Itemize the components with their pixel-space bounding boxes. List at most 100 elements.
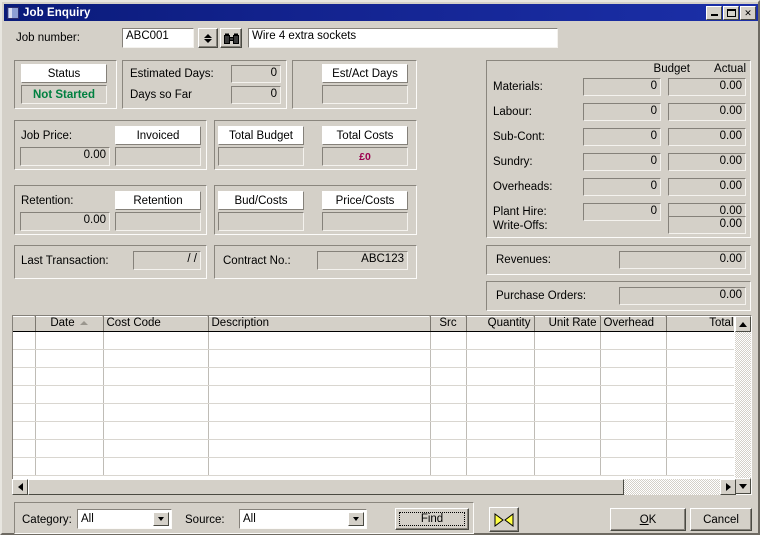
table-cell[interactable] xyxy=(103,439,209,458)
table-cell[interactable] xyxy=(466,349,535,368)
minimize-button[interactable] xyxy=(706,5,722,20)
total-costs-button[interactable]: Total Costs xyxy=(322,126,408,145)
table-cell[interactable] xyxy=(208,331,431,350)
table-cell[interactable] xyxy=(35,421,104,440)
table-row[interactable] xyxy=(13,457,734,476)
table-cell[interactable] xyxy=(600,457,667,476)
table-cell[interactable] xyxy=(430,367,467,386)
transactions-grid[interactable]: Date Cost Code Description Src Quantity Unit … xyxy=(12,315,752,495)
column-header-quantity[interactable]: Quantity xyxy=(466,316,535,332)
table-cell[interactable] xyxy=(534,331,601,350)
job-lookup-button[interactable] xyxy=(220,28,242,48)
column-header-total[interactable]: Total xyxy=(666,316,734,332)
spinner-down-icon[interactable] xyxy=(204,38,212,43)
table-cell[interactable] xyxy=(35,439,104,458)
column-header-overhead[interactable]: Overhead xyxy=(600,316,667,332)
table-cell[interactable] xyxy=(600,385,667,404)
table-cell[interactable] xyxy=(600,421,667,440)
job-number-input[interactable]: ABC001 xyxy=(122,28,194,48)
table-row[interactable] xyxy=(13,385,734,404)
table-row[interactable] xyxy=(13,349,734,368)
retention-button[interactable]: Retention xyxy=(115,191,201,210)
table-cell[interactable] xyxy=(13,331,36,350)
table-cell[interactable] xyxy=(666,439,734,458)
table-cell[interactable] xyxy=(534,457,601,476)
table-cell[interactable] xyxy=(13,367,36,386)
column-header-src[interactable]: Src xyxy=(430,316,467,332)
table-cell[interactable] xyxy=(208,349,431,368)
table-cell[interactable] xyxy=(430,421,467,440)
table-cell[interactable] xyxy=(208,457,431,476)
table-row[interactable] xyxy=(13,403,734,422)
table-cell[interactable] xyxy=(35,331,104,350)
column-header-description[interactable]: Description xyxy=(208,316,431,332)
table-cell[interactable] xyxy=(103,403,209,422)
table-cell[interactable] xyxy=(466,457,535,476)
table-cell[interactable] xyxy=(600,349,667,368)
column-header-blank[interactable] xyxy=(13,316,36,332)
job-number-spinner[interactable] xyxy=(198,28,218,48)
table-cell[interactable] xyxy=(666,367,734,386)
table-row[interactable] xyxy=(13,421,734,440)
table-cell[interactable] xyxy=(466,421,535,440)
column-header-date[interactable]: Date xyxy=(35,316,104,332)
column-header-unit-rate[interactable]: Unit Rate xyxy=(534,316,601,332)
table-cell[interactable] xyxy=(430,439,467,458)
table-cell[interactable] xyxy=(666,331,734,350)
source-dropdown-arrow[interactable] xyxy=(348,512,364,526)
table-cell[interactable] xyxy=(666,421,734,440)
est-act-days-button[interactable]: Est/Act Days xyxy=(322,64,408,83)
price-costs-button[interactable]: Price/Costs xyxy=(322,191,408,210)
table-cell[interactable] xyxy=(208,421,431,440)
table-cell[interactable] xyxy=(534,385,601,404)
grid-vertical-scrollbar[interactable] xyxy=(735,316,751,494)
source-select[interactable]: All xyxy=(239,509,367,529)
table-cell[interactable] xyxy=(103,367,209,386)
table-row[interactable] xyxy=(13,439,734,458)
table-cell[interactable] xyxy=(600,403,667,422)
table-cell[interactable] xyxy=(35,403,104,422)
table-cell[interactable] xyxy=(466,385,535,404)
table-cell[interactable] xyxy=(600,331,667,350)
table-cell[interactable] xyxy=(666,349,734,368)
table-cell[interactable] xyxy=(466,367,535,386)
scroll-up-button[interactable] xyxy=(735,316,751,332)
table-cell[interactable] xyxy=(430,385,467,404)
table-cell[interactable] xyxy=(13,457,36,476)
table-cell[interactable] xyxy=(534,421,601,440)
table-cell[interactable] xyxy=(666,457,734,476)
table-cell[interactable] xyxy=(208,403,431,422)
scroll-right-button[interactable] xyxy=(720,479,736,495)
table-cell[interactable] xyxy=(666,403,734,422)
category-dropdown-arrow[interactable] xyxy=(153,512,169,526)
close-button[interactable]: ✕ xyxy=(740,5,756,20)
table-cell[interactable] xyxy=(103,385,209,404)
find-button[interactable]: Find xyxy=(395,508,469,530)
table-row[interactable] xyxy=(13,331,734,350)
table-cell[interactable] xyxy=(103,421,209,440)
table-cell[interactable] xyxy=(103,331,209,350)
table-cell[interactable] xyxy=(13,403,36,422)
table-cell[interactable] xyxy=(466,403,535,422)
column-header-cost-code[interactable]: Cost Code xyxy=(103,316,209,332)
table-cell[interactable] xyxy=(534,349,601,368)
table-cell[interactable] xyxy=(13,439,36,458)
table-row[interactable] xyxy=(13,367,734,386)
cancel-button[interactable]: Cancel xyxy=(690,508,752,531)
ok-button[interactable]: OK xyxy=(610,508,686,531)
scroll-left-button[interactable] xyxy=(12,479,28,495)
table-cell[interactable] xyxy=(13,421,36,440)
total-budget-button[interactable]: Total Budget xyxy=(218,126,304,145)
table-cell[interactable] xyxy=(430,457,467,476)
table-cell[interactable] xyxy=(208,385,431,404)
table-cell[interactable] xyxy=(208,439,431,458)
grid-horizontal-scrollbar[interactable] xyxy=(12,479,736,495)
table-cell[interactable] xyxy=(430,403,467,422)
table-cell[interactable] xyxy=(466,439,535,458)
table-cell[interactable] xyxy=(35,385,104,404)
table-cell[interactable] xyxy=(600,439,667,458)
spinner-up-icon[interactable] xyxy=(204,33,212,38)
table-cell[interactable] xyxy=(466,331,535,350)
invoiced-button[interactable]: Invoiced xyxy=(115,126,201,145)
table-cell[interactable] xyxy=(103,349,209,368)
